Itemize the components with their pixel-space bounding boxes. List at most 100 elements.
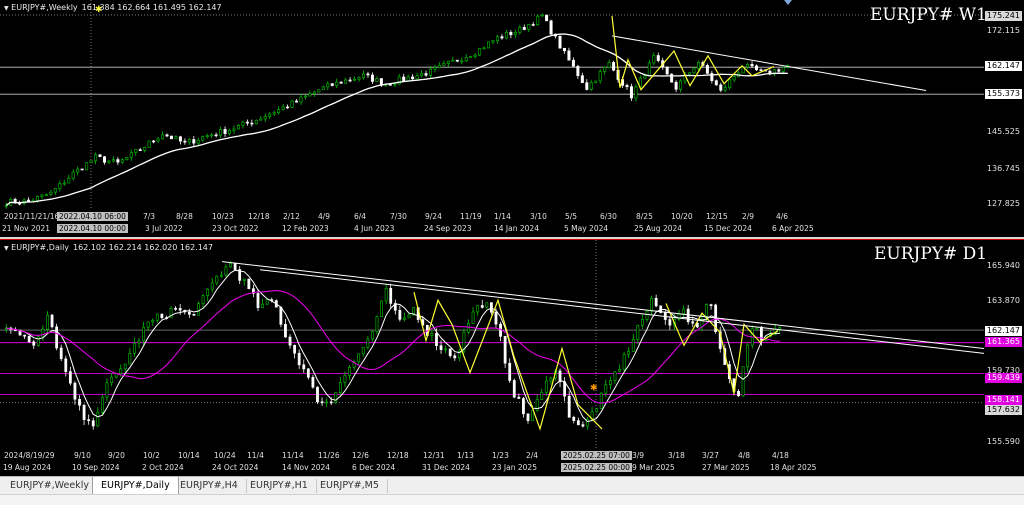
candle: [407, 314, 411, 319]
candle: [50, 314, 54, 328]
daily-slow-ma: [6, 290, 780, 404]
candle: [147, 140, 151, 148]
candle: [116, 159, 120, 163]
tab-eurjpy-weekly[interactable]: EURJPY#,Weekly: [2, 479, 98, 493]
candle: [134, 149, 138, 153]
candle: [714, 80, 718, 86]
candle: [380, 300, 383, 318]
tab-eurjpy-daily[interactable]: EURJPY#,Daily: [92, 477, 179, 495]
daily-chart-title: ▼ EURJPY#,Daily 162.102 162.214 162.020 1…: [4, 243, 213, 252]
tab-eurjpy-m5[interactable]: EURJPY#,M5: [312, 479, 388, 493]
candle: [485, 302, 489, 308]
candle: [277, 109, 281, 113]
weekly-date-tick: 3 Jul 2022: [145, 224, 183, 233]
candle: [178, 136, 182, 142]
candle: [522, 27, 526, 30]
candle: [165, 134, 169, 137]
candle: [59, 347, 63, 360]
tab-eurjpy-h4[interactable]: EURJPY#,H4: [172, 479, 247, 493]
candle: [403, 317, 406, 320]
candle: [133, 342, 136, 354]
candle: [473, 54, 477, 57]
daily-date-axis-row1: 2024/8/19/29 9/10 9/20 10/2 10/14 10/24 11/4 11…: [0, 451, 984, 462]
candle: [746, 63, 750, 68]
candle: [531, 24, 535, 26]
candle: [293, 344, 297, 354]
daily-zigzag: [665, 303, 779, 394]
candle: [665, 66, 669, 75]
candle: [111, 159, 115, 162]
candle: [344, 79, 348, 84]
candle: [750, 63, 754, 67]
weekly-shift-marker-icon[interactable]: [784, 0, 792, 5]
weekly-date-tick: 1/14: [494, 212, 511, 221]
weekly-plot-area[interactable]: ✱: [0, 0, 984, 237]
candle: [98, 154, 102, 157]
candle: [120, 159, 124, 163]
candle: [460, 60, 464, 63]
candle: [491, 40, 495, 43]
weekly-date-tick: 25 Aug 2024: [634, 224, 683, 233]
candle: [527, 24, 531, 30]
candle: [128, 353, 132, 365]
weekly-moving-average: [5, 33, 788, 206]
candle: [326, 83, 330, 88]
daily-date-tick: 19 Aug 2024: [3, 463, 52, 472]
candle: [330, 83, 334, 86]
candle: [522, 398, 525, 415]
candle: [58, 183, 62, 189]
weekly-date-axis-row2: 21 Nov 2021 3 Jul 2022 23 Oct 2022 12 Feb 2…: [0, 224, 984, 235]
candle: [68, 371, 72, 384]
candle: [480, 305, 484, 308]
candle: [210, 134, 214, 137]
daily-date-tick: 27 Mar 2025: [702, 463, 750, 472]
candle: [228, 130, 232, 134]
candle: [723, 87, 727, 91]
daily-plot-area[interactable]: ✱: [0, 240, 984, 476]
candle: [62, 182, 66, 185]
weekly-price-axis[interactable]: 172.115 145.525 136.745 127.825 175.241 …: [984, 0, 1024, 237]
daily-chart[interactable]: ✱ ▼ EURJPY#,Daily 162.102 162.214 162.020…: [0, 240, 1024, 476]
candle: [420, 73, 424, 76]
weekly-date-tick: 4/6: [776, 212, 789, 221]
candle: [41, 328, 45, 338]
candle: [27, 335, 31, 343]
candle: [540, 391, 544, 400]
weekly-chart[interactable]: ✱ ▼ EURJPY#,Weekly 161.384 162.664 161.49…: [0, 0, 1024, 237]
weekly-high-tag: 175.241: [984, 11, 1022, 21]
candle: [339, 81, 343, 84]
candle: [201, 136, 205, 141]
candle: [567, 395, 571, 418]
candle: [279, 306, 283, 325]
tab-eurjpy-h1[interactable]: EURJPY#,H1: [242, 479, 317, 493]
daily-date-tick: 11/4: [247, 451, 264, 460]
candle: [562, 47, 566, 52]
candle: [612, 62, 616, 71]
candle: [263, 116, 267, 120]
daily-date-tick: 6 Dec 2024: [352, 463, 396, 472]
daily-crosshair-date-badge: 2025.02.25 00:00: [561, 463, 632, 472]
candle: [625, 85, 629, 87]
weekly-date-tick: 10/20: [671, 212, 693, 221]
candle: [123, 363, 127, 370]
candle: [76, 168, 80, 173]
daily-date-tick: 12/18: [387, 451, 409, 460]
candle: [325, 401, 329, 404]
candle: [581, 424, 585, 427]
weekly-trendline: [611, 35, 927, 91]
candle: [777, 69, 781, 72]
candle: [353, 78, 357, 81]
candle: [389, 287, 393, 304]
weekly-date-tick: 5 May 2024: [564, 224, 609, 233]
candle: [49, 191, 53, 195]
candle: [435, 333, 438, 346]
candle: [476, 305, 480, 313]
candle: [268, 113, 272, 117]
candle: [46, 314, 49, 330]
candle: [232, 128, 236, 131]
daily-date-tick: 4/8: [738, 451, 751, 460]
candle: [652, 55, 656, 64]
daily-price-axis[interactable]: 165.940 163.870 159.730 155.590 162.147 …: [984, 240, 1024, 476]
candle: [536, 15, 540, 26]
candle: [201, 295, 205, 304]
